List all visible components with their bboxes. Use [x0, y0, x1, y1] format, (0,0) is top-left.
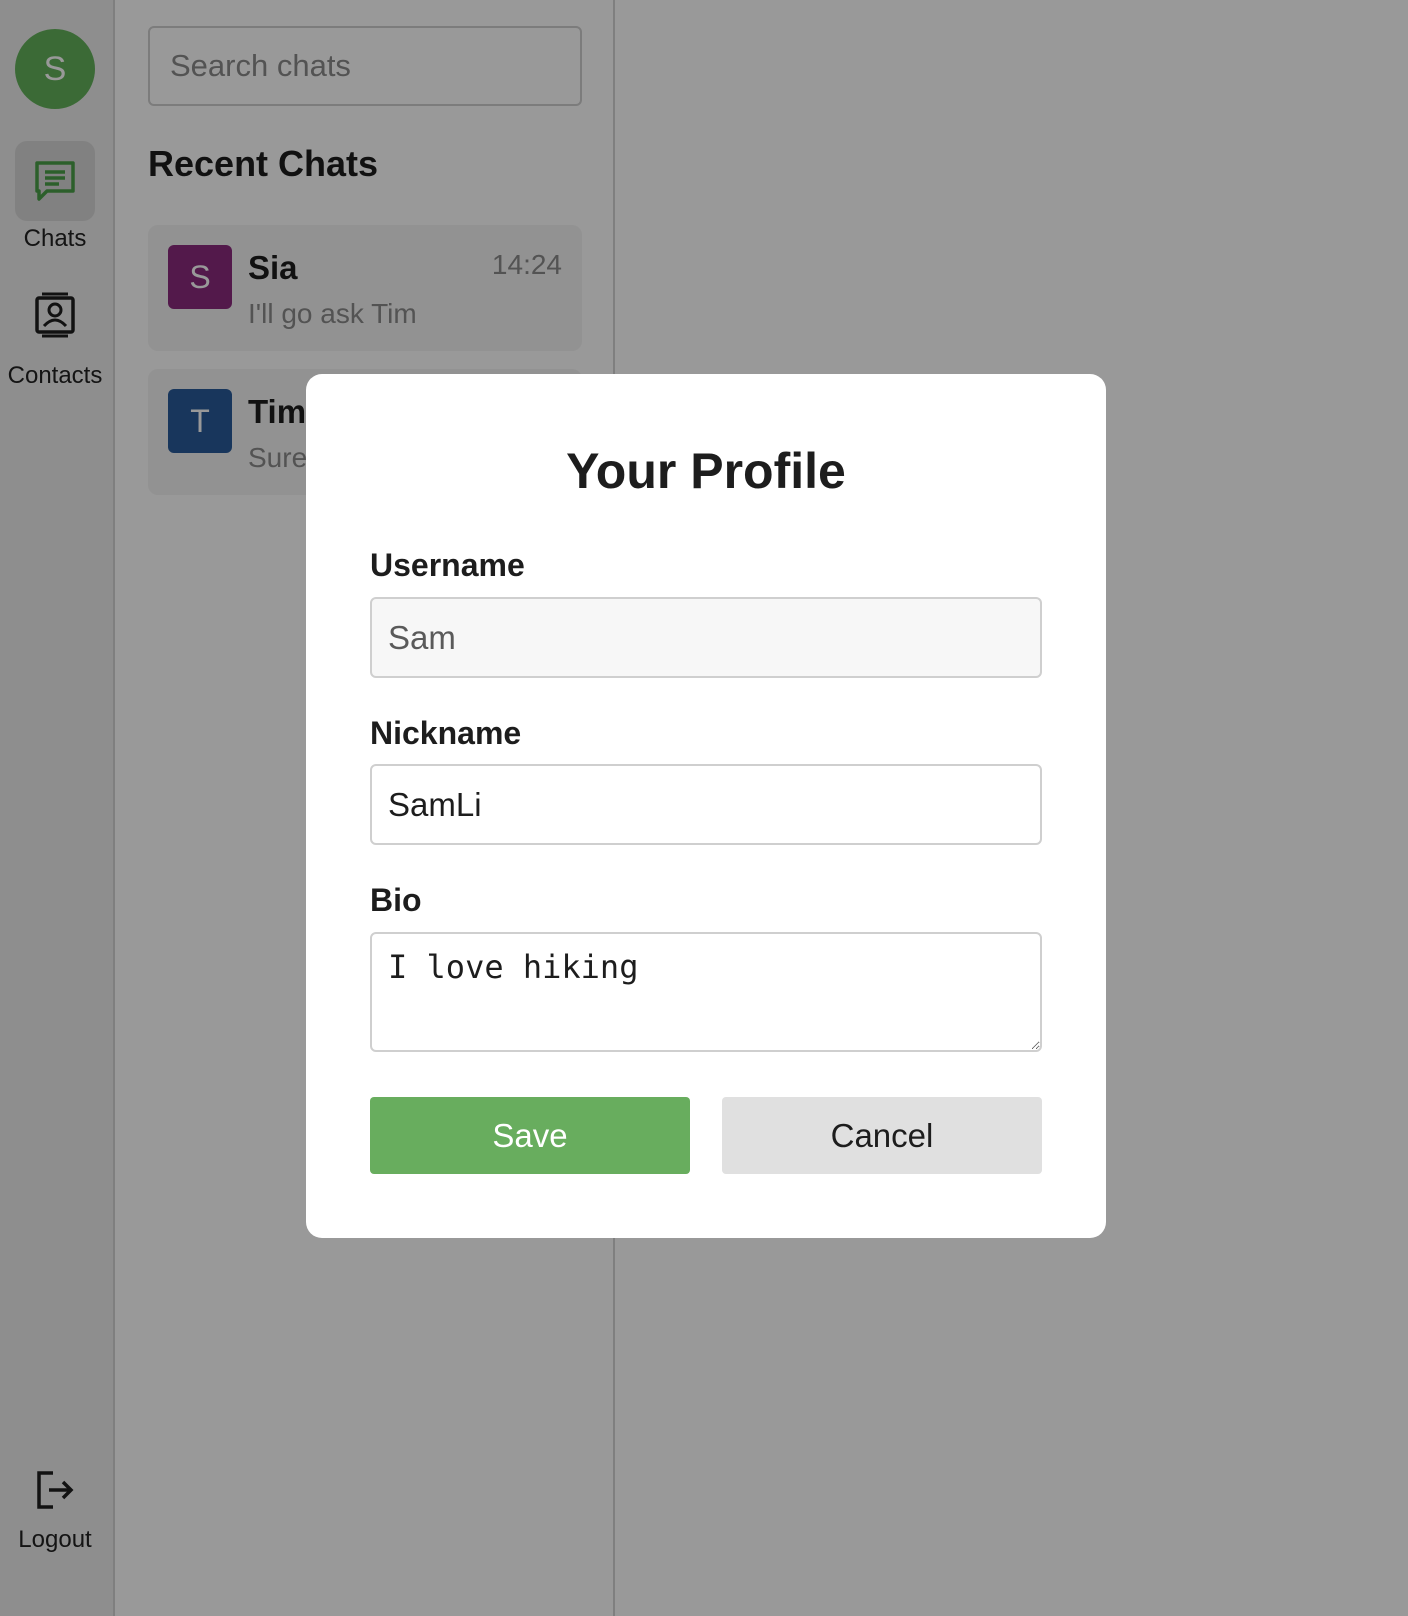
nickname-label: Nickname — [370, 715, 522, 751]
modal-title: Your Profile — [566, 443, 846, 499]
username-field — [370, 597, 1042, 678]
nickname-field[interactable] — [370, 764, 1042, 845]
bio-label: Bio — [370, 882, 422, 918]
cancel-button[interactable]: Cancel — [722, 1097, 1042, 1174]
save-button[interactable]: Save — [370, 1097, 690, 1174]
username-label: Username — [370, 547, 525, 583]
profile-modal: Your Profile Username Nickname Bio I lov… — [306, 374, 1106, 1238]
bio-field[interactable]: I love hiking — [370, 932, 1042, 1052]
